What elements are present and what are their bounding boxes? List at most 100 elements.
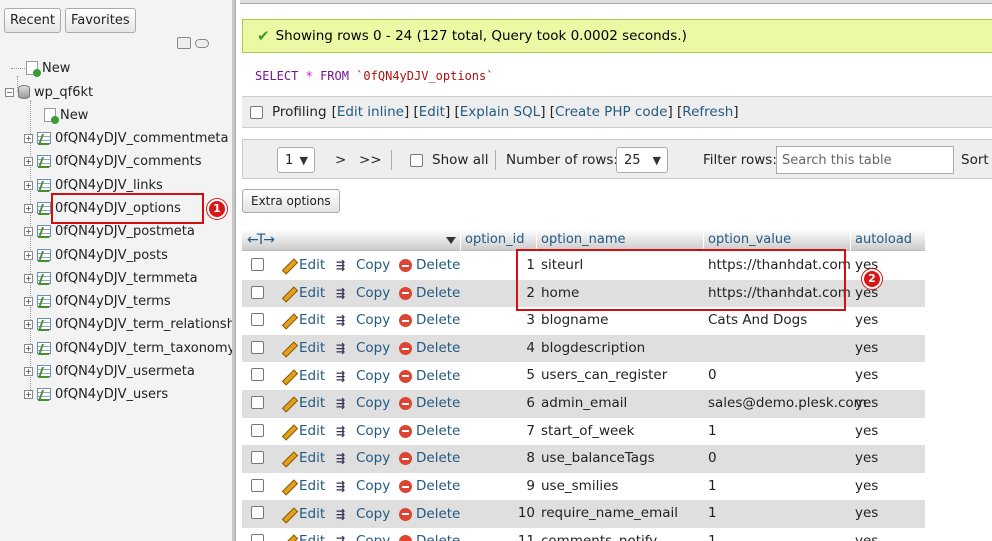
edit-action[interactable]: Edit — [282, 252, 325, 280]
copy-action[interactable]: ⇶ Copy — [336, 307, 390, 335]
edit-link[interactable]: Edit — [419, 104, 445, 120]
sidebar-item-comments[interactable]: + 0fQN4yDJV_comments — [24, 150, 202, 172]
next-button[interactable]: > — [335, 140, 346, 180]
tree-item-new-root[interactable]: New — [26, 57, 70, 79]
column-resize-arrows-icon[interactable]: ←T→ — [247, 229, 275, 251]
table-row[interactable]: Edit ⇶ Copy Delete 8 use_balanceTags 0 yes — [242, 445, 925, 473]
edit-action[interactable]: Edit — [282, 362, 325, 390]
copy-action[interactable]: ⇶ Copy — [336, 473, 390, 501]
edit-action[interactable]: Edit — [282, 445, 325, 473]
option-id-cell[interactable]: 5 — [526, 362, 535, 390]
option-id-cell[interactable]: 8 — [526, 445, 535, 473]
edit-action[interactable]: Edit — [282, 335, 325, 363]
autoload-cell[interactable]: yes — [855, 418, 878, 446]
sql-query[interactable]: SELECT * FROM `0fQN4yDJV_options` — [242, 59, 992, 93]
favorites-tab[interactable]: Favorites — [64, 8, 136, 33]
table-row[interactable]: Edit ⇶ Copy Delete 3 blogname Cats And Dogs yes — [242, 307, 925, 335]
rows-select[interactable]: 25 ▼ — [616, 147, 668, 173]
table-row[interactable]: Edit ⇶ Copy Delete 10 require_name_email 1 yes — [242, 500, 925, 528]
option-name-cell[interactable]: comments_notify — [541, 528, 657, 541]
row-checkbox[interactable] — [251, 313, 264, 327]
delete-action[interactable]: Delete — [399, 528, 460, 541]
last-page-button[interactable]: >> — [359, 140, 382, 180]
expand-icon[interactable]: + — [24, 156, 33, 166]
edit-action[interactable]: Edit — [282, 390, 325, 418]
edit-action[interactable]: Edit — [282, 307, 325, 335]
copy-action[interactable]: ⇶ Copy — [336, 500, 390, 528]
copy-action[interactable]: ⇶ Copy — [336, 390, 390, 418]
row-checkbox[interactable] — [251, 285, 264, 299]
expand-icon[interactable]: + — [24, 273, 33, 283]
sidebar-item-terms[interactable]: + 0fQN4yDJV_terms — [24, 290, 171, 312]
expand-icon[interactable]: + — [24, 319, 33, 329]
row-checkbox[interactable] — [251, 368, 264, 382]
row-checkbox[interactable] — [251, 534, 264, 541]
refresh-link[interactable]: Refresh — [682, 104, 733, 120]
collapse-all-icon[interactable] — [177, 37, 191, 49]
option-name-cell[interactable]: use_smilies — [541, 473, 618, 501]
option-value-cell[interactable]: 1 — [708, 418, 717, 446]
option-name-cell[interactable]: admin_email — [541, 390, 627, 418]
option-id-cell[interactable]: 3 — [526, 307, 535, 335]
copy-action[interactable]: ⇶ Copy — [336, 335, 390, 363]
column-header-option-name[interactable]: option_name — [541, 229, 625, 251]
edit-action[interactable]: Edit — [282, 280, 325, 308]
sidebar-item-users[interactable]: + 0fQN4yDJV_users — [24, 383, 168, 405]
edit-action[interactable]: Edit — [282, 500, 325, 528]
table-row[interactable]: Edit ⇶ Copy Delete 11 comments_notify 1 yes — [242, 528, 925, 541]
column-header-autoload[interactable]: autoload — [855, 229, 912, 251]
autoload-cell[interactable]: yes — [855, 307, 878, 335]
copy-action[interactable]: ⇶ Copy — [336, 528, 390, 541]
table-row[interactable]: Edit ⇶ Copy Delete 7 start_of_week 1 yes — [242, 417, 925, 446]
delete-action[interactable]: Delete — [399, 252, 460, 280]
profiling-checkbox[interactable] — [250, 105, 263, 119]
expand-icon[interactable]: + — [24, 180, 33, 190]
expand-icon[interactable]: + — [24, 389, 33, 399]
option-name-cell[interactable]: use_balanceTags — [541, 445, 655, 473]
sort-dropdown-icon[interactable] — [446, 237, 456, 244]
collapse-icon[interactable]: − — [5, 87, 14, 97]
row-checkbox[interactable] — [251, 478, 264, 492]
option-id-cell[interactable]: 10 — [518, 500, 535, 528]
tree-item-database[interactable]: − wp_qf6kt — [5, 81, 93, 103]
option-name-cell[interactable]: start_of_week — [541, 418, 634, 446]
table-row[interactable]: Edit ⇶ Copy Delete 5 users_can_register 0 yes — [242, 362, 925, 390]
row-checkbox[interactable] — [251, 451, 264, 465]
delete-action[interactable]: Delete — [399, 280, 460, 308]
option-value-cell[interactable]: 0 — [708, 445, 717, 473]
option-name-cell[interactable]: blogname — [541, 307, 608, 335]
copy-action[interactable]: ⇶ Copy — [336, 280, 390, 308]
sidebar-item-usermeta[interactable]: + 0fQN4yDJV_usermeta — [24, 360, 195, 382]
edit-action[interactable]: Edit — [282, 528, 325, 541]
option-name-cell[interactable]: blogdescription — [541, 335, 645, 363]
option-value-cell[interactable]: 1 — [708, 528, 717, 541]
table-row[interactable]: Edit ⇶ Copy Delete 4 blogdescription yes — [242, 334, 925, 363]
option-name-cell[interactable]: users_can_register — [541, 362, 667, 390]
autoload-cell[interactable]: yes — [855, 528, 878, 541]
option-value-cell[interactable]: 1 — [708, 473, 717, 501]
show-all-control[interactable]: Show all — [410, 140, 489, 180]
autoload-cell[interactable]: yes — [855, 335, 878, 363]
option-value-cell[interactable]: 1 — [708, 500, 717, 528]
delete-action[interactable]: Delete — [399, 445, 460, 473]
autoload-cell[interactable]: yes — [855, 473, 878, 501]
option-id-cell[interactable]: 11 — [518, 528, 535, 541]
expand-icon[interactable]: + — [24, 203, 33, 213]
edit-inline-link[interactable]: Edit inline — [337, 104, 404, 120]
delete-action[interactable]: Delete — [399, 473, 460, 501]
page-select[interactable]: 1 ▼ — [277, 147, 315, 173]
expand-icon[interactable]: + — [24, 366, 33, 376]
option-value-cell[interactable]: sales@demo.plesk.com — [708, 390, 867, 418]
sidebar-item-termmeta[interactable]: + 0fQN4yDJV_termmeta — [24, 267, 198, 289]
sidebar-item-term-taxonomy[interactable]: + 0fQN4yDJV_term_taxonomy — [24, 337, 235, 359]
tree-item-new-table[interactable]: New — [44, 104, 88, 126]
autoload-cell[interactable]: yes — [855, 500, 878, 528]
option-id-cell[interactable]: 9 — [526, 473, 535, 501]
row-checkbox[interactable] — [251, 506, 264, 520]
copy-action[interactable]: ⇶ Copy — [336, 445, 390, 473]
row-checkbox[interactable] — [251, 423, 264, 437]
autoload-cell[interactable]: yes — [855, 362, 878, 390]
copy-action[interactable]: ⇶ Copy — [336, 418, 390, 446]
column-header-option-value[interactable]: option_value — [708, 229, 791, 251]
edit-action[interactable]: Edit — [282, 473, 325, 501]
